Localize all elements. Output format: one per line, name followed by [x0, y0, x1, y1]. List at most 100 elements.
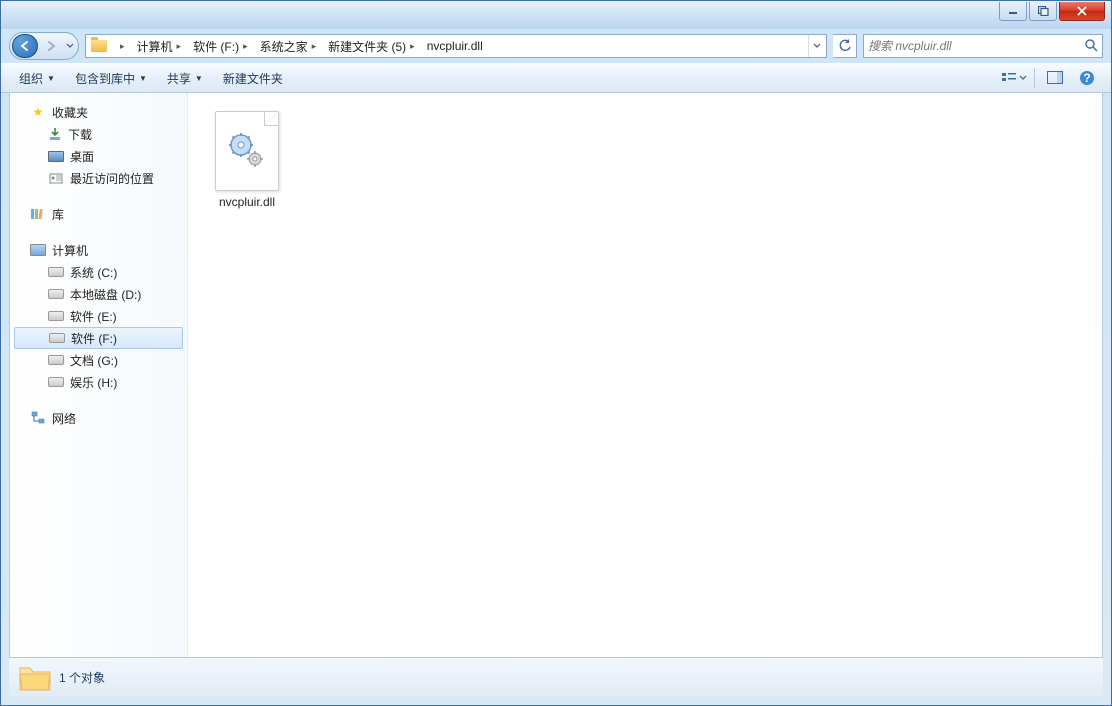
- chevron-down-icon: ▼: [47, 74, 55, 83]
- sidebar-label: 最近访问的位置: [70, 170, 154, 187]
- breadcrumb: ▸ 计算机▸ 软件 (F:)▸ 系统之家▸ 新建文件夹 (5)▸ nvcplui…: [110, 35, 808, 57]
- refresh-icon: [838, 39, 852, 53]
- gears-icon: [227, 131, 267, 171]
- sidebar-drive-g[interactable]: 文档 (G:): [10, 349, 187, 371]
- sidebar-libraries-header[interactable]: 库: [10, 203, 187, 225]
- sidebar-computer-header[interactable]: 计算机: [10, 239, 187, 261]
- drive-icon: [48, 264, 64, 280]
- view-icon: [1001, 71, 1019, 85]
- sidebar-label: 娱乐 (H:): [70, 374, 117, 391]
- drive-icon: [48, 352, 64, 368]
- address-bar[interactable]: ▸ 计算机▸ 软件 (F:)▸ 系统之家▸ 新建文件夹 (5)▸ nvcplui…: [85, 34, 827, 58]
- breadcrumb-item[interactable]: nvcpluir.dll: [421, 35, 489, 57]
- breadcrumb-item[interactable]: 新建文件夹 (5)▸: [322, 35, 421, 57]
- drive-icon: [49, 330, 65, 346]
- sidebar-network-header[interactable]: 网络: [10, 407, 187, 429]
- back-button[interactable]: [12, 34, 38, 58]
- include-library-button[interactable]: 包含到库中 ▼: [65, 65, 157, 91]
- sidebar-group-favorites: ★ 收藏夹 下载 桌面 最近访问的位置: [10, 101, 187, 189]
- explorer-window: ▸ 计算机▸ 软件 (F:)▸ 系统之家▸ 新建文件夹 (5)▸ nvcplui…: [0, 0, 1112, 706]
- breadcrumb-label: nvcpluir.dll: [427, 39, 483, 53]
- sidebar-label: 本地磁盘 (D:): [70, 286, 141, 303]
- address-dropdown[interactable]: [808, 35, 824, 57]
- sidebar-group-network: 网络: [10, 407, 187, 429]
- toolbar: 组织 ▼ 包含到库中 ▼ 共享 ▼ 新建文件夹 ?: [1, 63, 1111, 93]
- breadcrumb-label: 新建文件夹 (5): [328, 38, 406, 55]
- sidebar-label: 下载: [68, 126, 92, 143]
- nav-buttons: [9, 32, 79, 60]
- view-options-button[interactable]: [1000, 66, 1028, 90]
- sidebar-item-recent[interactable]: 最近访问的位置: [10, 167, 187, 189]
- breadcrumb-item[interactable]: 系统之家▸: [254, 35, 323, 57]
- star-icon: ★: [30, 104, 46, 120]
- sidebar-drive-e[interactable]: 软件 (E:): [10, 305, 187, 327]
- toolbar-label: 组织: [19, 70, 43, 87]
- download-icon: [48, 127, 62, 141]
- search-icon: [1084, 38, 1098, 55]
- breadcrumb-label: 软件 (F:): [193, 38, 239, 55]
- sidebar-label: 软件 (F:): [71, 330, 117, 347]
- window-controls: [999, 2, 1105, 22]
- sidebar-drive-f[interactable]: 软件 (F:): [14, 327, 183, 349]
- chevron-down-icon: ▼: [139, 74, 147, 83]
- nav-history-dropdown[interactable]: [64, 42, 76, 50]
- drive-icon: [48, 286, 64, 302]
- help-button[interactable]: ?: [1073, 66, 1101, 90]
- sidebar-drive-d[interactable]: 本地磁盘 (D:): [10, 283, 187, 305]
- titlebar: [1, 1, 1111, 29]
- preview-pane-button[interactable]: [1041, 66, 1069, 90]
- sidebar-group-libraries: 库: [10, 203, 187, 225]
- toolbar-label: 包含到库中: [75, 70, 135, 87]
- desktop-icon: [48, 148, 64, 164]
- separator: [1034, 68, 1035, 88]
- breadcrumb-root-arrow[interactable]: ▸: [110, 35, 131, 57]
- sidebar-label: 网络: [52, 410, 76, 427]
- sidebar-label: 库: [52, 206, 64, 223]
- sidebar-item-desktop[interactable]: 桌面: [10, 145, 187, 167]
- sidebar-label: 收藏夹: [52, 104, 88, 121]
- sidebar-label: 软件 (E:): [70, 308, 117, 325]
- chevron-down-icon: [1019, 74, 1027, 82]
- drive-icon: [48, 374, 64, 390]
- maximize-button[interactable]: [1029, 2, 1057, 21]
- folder-large-icon: [17, 662, 49, 694]
- navigation-pane: ★ 收藏夹 下载 桌面 最近访问的位置: [10, 93, 188, 657]
- main-area: ★ 收藏夹 下载 桌面 最近访问的位置: [9, 93, 1103, 657]
- forward-arrow-icon: [44, 39, 58, 53]
- computer-icon: [30, 242, 46, 258]
- back-arrow-icon: [18, 39, 32, 53]
- address-row: ▸ 计算机▸ 软件 (F:)▸ 系统之家▸ 新建文件夹 (5)▸ nvcplui…: [1, 29, 1111, 63]
- chevron-down-icon: [66, 42, 74, 50]
- close-icon: [1076, 6, 1088, 16]
- forward-button[interactable]: [38, 34, 64, 58]
- library-icon: [30, 206, 46, 222]
- sidebar-label: 桌面: [70, 148, 94, 165]
- file-item[interactable]: nvcpluir.dll: [202, 107, 292, 213]
- search-input[interactable]: [868, 39, 1084, 53]
- toolbar-label: 共享: [167, 70, 191, 87]
- organize-button[interactable]: 组织 ▼: [9, 65, 65, 91]
- sidebar-drive-c[interactable]: 系统 (C:): [10, 261, 187, 283]
- close-button[interactable]: [1059, 2, 1105, 21]
- refresh-button[interactable]: [833, 34, 857, 58]
- share-button[interactable]: 共享 ▼: [157, 65, 213, 91]
- sidebar-item-downloads[interactable]: 下载: [10, 123, 187, 145]
- sidebar-drive-h[interactable]: 娱乐 (H:): [10, 371, 187, 393]
- search-box[interactable]: [863, 34, 1103, 58]
- details-pane: 1 个对象: [9, 657, 1103, 697]
- new-folder-button[interactable]: 新建文件夹: [213, 65, 293, 91]
- folder-icon: [90, 37, 108, 55]
- sidebar-favorites-header[interactable]: ★ 收藏夹: [10, 101, 187, 123]
- drive-icon: [48, 308, 64, 324]
- file-list[interactable]: nvcpluir.dll: [188, 93, 1102, 657]
- recent-icon: [48, 170, 64, 186]
- minimize-button[interactable]: [999, 2, 1027, 21]
- breadcrumb-label: 计算机: [137, 38, 173, 55]
- minimize-icon: [1008, 6, 1018, 16]
- sidebar-label: 文档 (G:): [70, 352, 118, 369]
- sidebar-group-computer: 计算机 系统 (C:) 本地磁盘 (D:) 软件 (E:) 软件 (F:): [10, 239, 187, 393]
- breadcrumb-item[interactable]: 计算机▸: [131, 35, 188, 57]
- maximize-icon: [1038, 6, 1049, 16]
- breadcrumb-item[interactable]: 软件 (F:)▸: [187, 35, 254, 57]
- dll-file-icon: [215, 111, 279, 191]
